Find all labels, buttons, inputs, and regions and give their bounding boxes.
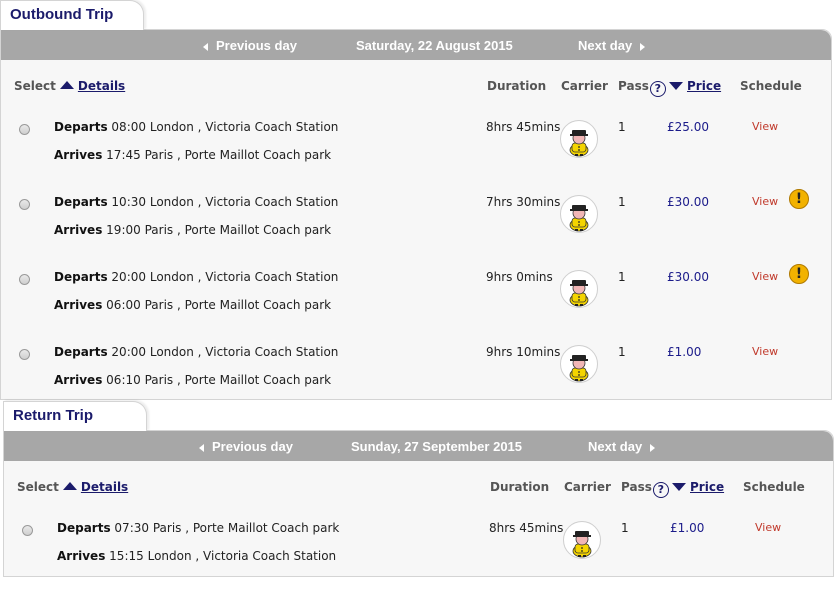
- arrives-line: Arrives 06:10 Paris , Porte Maillot Coac…: [54, 373, 332, 387]
- arrives-line: Arrives 15:15 London , Victoria Coach St…: [57, 549, 337, 563]
- return-nav-bar: Previous day Sunday, 27 September 2015 N…: [4, 431, 833, 461]
- question-circle-icon[interactable]: ?: [649, 81, 666, 97]
- schedule-header: Schedule: [740, 79, 802, 93]
- price-header: Price: [665, 79, 721, 93]
- exclamation-icon[interactable]: !: [789, 264, 809, 284]
- pass-header: Pass?: [621, 480, 669, 498]
- departs-line: Departs 20:00 London , Victoria Coach St…: [54, 345, 339, 359]
- trip-duration: 8hrs 45mins: [486, 120, 561, 134]
- select-header: Select Details: [14, 79, 126, 93]
- trip-row: Departs 20:00 London , Victoria Coach St…: [0, 264, 830, 342]
- schedule-view-link[interactable]: View: [755, 521, 781, 534]
- carrier-header: Carrier: [561, 79, 608, 93]
- outbound-next-day-link[interactable]: Next day: [578, 38, 646, 53]
- select-header: Select Details: [17, 480, 129, 494]
- schedule-header: Schedule: [743, 480, 805, 494]
- departs-line: Departs 10:30 London , Victoria Coach St…: [54, 195, 339, 209]
- trip-price: £30.00: [667, 195, 709, 209]
- arrives-line: Arrives 17:45 Paris , Porte Maillot Coac…: [54, 148, 332, 162]
- outbound-header-row: Select Details Duration Carrier Pass? Pri…: [1, 79, 831, 97]
- schedule-view-link[interactable]: View: [752, 270, 778, 283]
- schedule-view-link[interactable]: View: [752, 120, 778, 133]
- details-sort-link[interactable]: Details: [78, 79, 125, 93]
- price-header: Price: [668, 480, 724, 494]
- departs-line: Departs 08:00 London , Victoria Coach St…: [54, 120, 339, 134]
- sort-down-icon[interactable]: [672, 483, 686, 491]
- chevron-left-icon: [199, 443, 204, 452]
- return-title: Return Trip: [13, 407, 94, 424]
- schedule-view-link[interactable]: View: [752, 195, 778, 208]
- outbound-previous-day-link[interactable]: Previous day: [203, 38, 297, 53]
- trip-select-radio[interactable]: [19, 349, 30, 360]
- trip-select-radio[interactable]: [19, 199, 30, 210]
- details-sort-link[interactable]: Details: [81, 480, 128, 494]
- coach-mascot-icon: [560, 120, 598, 158]
- duration-header: Duration: [487, 79, 547, 93]
- departs-line: Departs 07:30 Paris , Porte Maillot Coac…: [57, 521, 340, 535]
- chevron-right-icon: [650, 443, 656, 452]
- trip-select-radio[interactable]: [19, 274, 30, 285]
- trip-price: £1.00: [670, 521, 705, 535]
- trip-pass-count: 1: [618, 270, 626, 284]
- schedule-view-link[interactable]: View: [752, 345, 778, 358]
- chevron-left-icon: [203, 42, 208, 51]
- return-header-row: Select Details Duration Carrier Pass? Pri…: [4, 480, 833, 498]
- return-date-label: Sunday, 27 September 2015: [351, 439, 523, 454]
- outbound-nav-bar: Previous day Saturday, 22 August 2015 Ne…: [1, 30, 831, 60]
- price-sort-link[interactable]: Price: [687, 79, 721, 93]
- trip-duration: 9hrs 10mins: [486, 345, 561, 359]
- trip-price: £25.00: [667, 120, 709, 134]
- sort-up-icon[interactable]: [62, 482, 77, 490]
- trip-select-radio[interactable]: [22, 525, 33, 536]
- return-next-day-link[interactable]: Next day: [588, 439, 656, 454]
- trip-price: £30.00: [667, 270, 709, 284]
- outbound-title: Outbound Trip: [10, 6, 114, 23]
- sort-down-icon[interactable]: [669, 82, 683, 90]
- coach-mascot-icon: [560, 345, 598, 383]
- coach-mascot-icon: [560, 270, 598, 308]
- sort-up-icon[interactable]: [59, 81, 74, 89]
- trip-pass-count: 1: [618, 195, 626, 209]
- chevron-right-icon: [640, 42, 646, 51]
- trip-duration: 7hrs 30mins: [486, 195, 561, 209]
- duration-header: Duration: [490, 480, 550, 494]
- trip-row: Departs 08:00 London , Victoria Coach St…: [0, 120, 830, 192]
- trip-price: £1.00: [667, 345, 702, 359]
- carrier-header: Carrier: [564, 480, 611, 494]
- question-circle-icon[interactable]: ?: [652, 482, 669, 498]
- trip-pass-count: 1: [618, 345, 626, 359]
- trip-duration: 9hrs 0mins: [486, 270, 553, 284]
- pass-header: Pass?: [618, 79, 666, 97]
- coach-mascot-icon: [560, 195, 598, 233]
- trip-row: Departs 10:30 London , Victoria Coach St…: [0, 189, 830, 267]
- arrives-line: Arrives 19:00 Paris , Porte Maillot Coac…: [54, 223, 332, 237]
- return-previous-day-link[interactable]: Previous day: [199, 439, 293, 454]
- trip-pass-count: 1: [618, 120, 626, 134]
- exclamation-icon[interactable]: !: [789, 189, 809, 209]
- trip-row: Departs 07:30 Paris , Porte Maillot Coac…: [3, 521, 833, 593]
- trip-duration: 8hrs 45mins: [489, 521, 564, 535]
- coach-mascot-icon: [563, 521, 601, 559]
- departs-line: Departs 20:00 London , Victoria Coach St…: [54, 270, 339, 284]
- trip-select-radio[interactable]: [19, 124, 30, 135]
- price-sort-link[interactable]: Price: [690, 480, 724, 494]
- outbound-tab: Outbound Trip: [0, 0, 144, 30]
- arrives-line: Arrives 06:00 Paris , Porte Maillot Coac…: [54, 298, 332, 312]
- outbound-date-label: Saturday, 22 August 2015: [356, 38, 513, 53]
- trip-pass-count: 1: [621, 521, 629, 535]
- return-tab: Return Trip: [3, 401, 147, 431]
